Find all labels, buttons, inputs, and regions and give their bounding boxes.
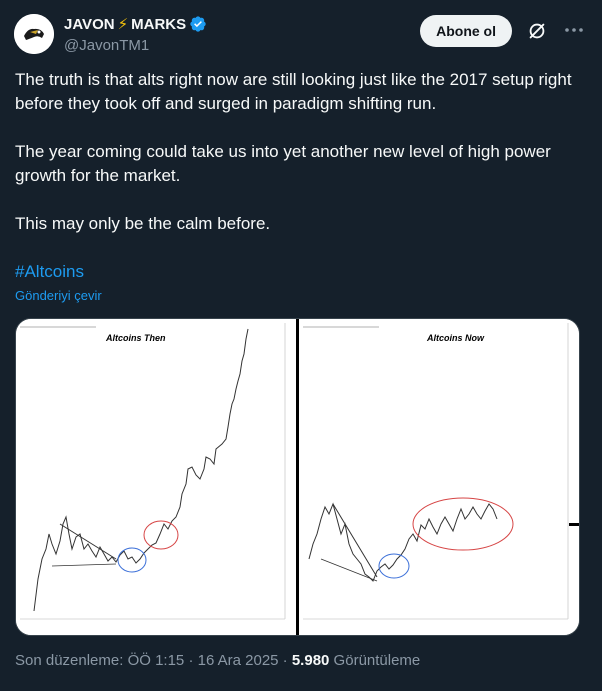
post-header: JAVON ⚡ MARKS @JavonTM1 Abone ol [14, 12, 588, 56]
author-name-row[interactable]: JAVON ⚡ MARKS [64, 15, 207, 33]
post-paragraph: The truth is that alts right now are sti… [15, 70, 572, 113]
verified-badge-icon [190, 16, 206, 32]
post-footer: Son düzenleme: ÖÖ 1:15 · 16 Ara 2025 · 5… [15, 652, 420, 669]
views-count: 5.980 [291, 652, 330, 669]
chart-panel-then: Altcoins Then [16, 319, 296, 635]
author-handle[interactable]: @JavonTM1 [64, 37, 149, 54]
post-text: The truth is that alts right now are sti… [15, 68, 585, 284]
chart-then-graphic: Altcoins Then [16, 319, 296, 635]
more-icon[interactable] [562, 18, 586, 42]
author-name-part1[interactable]: JAVON [64, 16, 115, 33]
edited-timestamp[interactable]: Son düzenleme: ÖÖ 1:15 · 16 Ara 2025 · [15, 652, 292, 669]
chart-now-title: Altcoins Now [426, 333, 485, 343]
post-media-image[interactable]: Altcoins Then Altcoins Now [15, 318, 580, 636]
chart-now-graphic: Altcoins Now [299, 319, 579, 635]
author-name-part2[interactable]: MARKS [131, 16, 186, 33]
translate-post-link[interactable]: Gönderiyi çevir [15, 288, 102, 303]
chart-panel-now: Altcoins Now [299, 319, 579, 635]
views-label: Görüntüleme [329, 652, 421, 669]
author-name-emoji: ⚡ [117, 16, 129, 33]
post-paragraph: This may only be the calm before. [15, 214, 271, 233]
grok-icon[interactable] [526, 20, 548, 42]
hashtag-link[interactable]: #Altcoins [15, 260, 585, 284]
author-avatar[interactable] [14, 14, 54, 54]
chart-then-title: Altcoins Then [105, 333, 166, 343]
post-paragraph: The year coming could take us into yet a… [15, 142, 551, 185]
follow-button[interactable]: Abone ol [420, 15, 512, 47]
